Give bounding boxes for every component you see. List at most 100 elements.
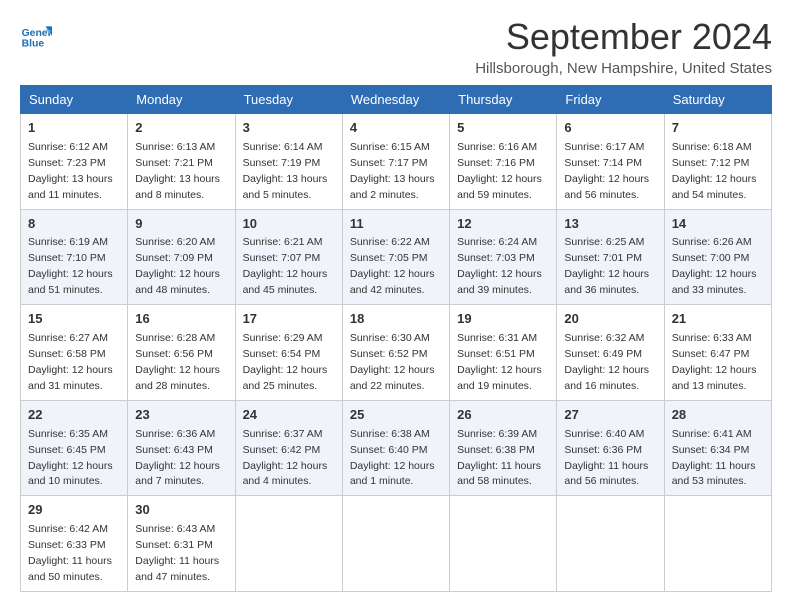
day-info-17: Sunrise: 6:29 AMSunset: 6:54 PMDaylight:… xyxy=(243,332,328,392)
location-title: Hillsborough, New Hampshire, United Stat… xyxy=(475,60,772,77)
day-cell-5: 5 Sunrise: 6:16 AMSunset: 7:16 PMDaylight… xyxy=(450,114,557,210)
day-cell-18: 18 Sunrise: 6:30 AMSunset: 6:52 PMDayligh… xyxy=(342,305,449,401)
day-info-20: Sunrise: 6:32 AMSunset: 6:49 PMDaylight:… xyxy=(564,332,649,392)
day-info-18: Sunrise: 6:30 AMSunset: 6:52 PMDaylight:… xyxy=(350,332,435,392)
day-info-27: Sunrise: 6:40 AMSunset: 6:36 PMDaylight:… xyxy=(564,428,648,488)
header: General Blue September 2024 Hillsborough… xyxy=(20,16,772,77)
week-row-1: 1 Sunrise: 6:12 AMSunset: 7:23 PMDaylight… xyxy=(21,114,772,210)
logo: General Blue xyxy=(20,20,52,52)
day-info-14: Sunrise: 6:26 AMSunset: 7:00 PMDaylight:… xyxy=(672,236,757,296)
day-info-3: Sunrise: 6:14 AMSunset: 7:19 PMDaylight:… xyxy=(243,141,328,201)
empty-cell xyxy=(664,496,771,592)
day-number-21: 21 xyxy=(672,310,764,329)
col-header-monday: Monday xyxy=(128,86,235,114)
day-number-3: 3 xyxy=(243,119,335,138)
day-info-1: Sunrise: 6:12 AMSunset: 7:23 PMDaylight:… xyxy=(28,141,113,201)
day-number-5: 5 xyxy=(457,119,549,138)
day-number-2: 2 xyxy=(135,119,227,138)
day-cell-10: 10 Sunrise: 6:21 AMSunset: 7:07 PMDayligh… xyxy=(235,209,342,305)
col-header-tuesday: Tuesday xyxy=(235,86,342,114)
day-cell-22: 22 Sunrise: 6:35 AMSunset: 6:45 PMDayligh… xyxy=(21,400,128,496)
week-row-2: 8 Sunrise: 6:19 AMSunset: 7:10 PMDaylight… xyxy=(21,209,772,305)
header-row: SundayMondayTuesdayWednesdayThursdayFrid… xyxy=(21,86,772,114)
logo-icon: General Blue xyxy=(20,20,52,52)
day-cell-4: 4 Sunrise: 6:15 AMSunset: 7:17 PMDaylight… xyxy=(342,114,449,210)
day-number-28: 28 xyxy=(672,406,764,425)
day-number-22: 22 xyxy=(28,406,120,425)
day-info-16: Sunrise: 6:28 AMSunset: 6:56 PMDaylight:… xyxy=(135,332,220,392)
day-number-24: 24 xyxy=(243,406,335,425)
day-number-29: 29 xyxy=(28,501,120,520)
day-info-28: Sunrise: 6:41 AMSunset: 6:34 PMDaylight:… xyxy=(672,428,756,488)
day-info-2: Sunrise: 6:13 AMSunset: 7:21 PMDaylight:… xyxy=(135,141,220,201)
col-header-thursday: Thursday xyxy=(450,86,557,114)
day-number-18: 18 xyxy=(350,310,442,329)
day-cell-16: 16 Sunrise: 6:28 AMSunset: 6:56 PMDayligh… xyxy=(128,305,235,401)
day-number-19: 19 xyxy=(457,310,549,329)
day-number-16: 16 xyxy=(135,310,227,329)
day-cell-23: 23 Sunrise: 6:36 AMSunset: 6:43 PMDayligh… xyxy=(128,400,235,496)
day-cell-6: 6 Sunrise: 6:17 AMSunset: 7:14 PMDaylight… xyxy=(557,114,664,210)
day-info-8: Sunrise: 6:19 AMSunset: 7:10 PMDaylight:… xyxy=(28,236,113,296)
title-area: September 2024 Hillsborough, New Hampshi… xyxy=(475,16,772,77)
day-info-15: Sunrise: 6:27 AMSunset: 6:58 PMDaylight:… xyxy=(28,332,113,392)
day-info-21: Sunrise: 6:33 AMSunset: 6:47 PMDaylight:… xyxy=(672,332,757,392)
col-header-sunday: Sunday xyxy=(21,86,128,114)
day-number-9: 9 xyxy=(135,215,227,234)
day-info-22: Sunrise: 6:35 AMSunset: 6:45 PMDaylight:… xyxy=(28,428,113,488)
day-cell-19: 19Sunrise: 6:31 AMSunset: 6:51 PMDayligh… xyxy=(450,305,557,401)
calendar-table: SundayMondayTuesdayWednesdayThursdayFrid… xyxy=(20,85,772,592)
day-number-11: 11 xyxy=(350,215,442,234)
day-number-10: 10 xyxy=(243,215,335,234)
day-number-17: 17 xyxy=(243,310,335,329)
day-cell-26: 26 Sunrise: 6:39 AMSunset: 6:38 PMDayligh… xyxy=(450,400,557,496)
day-info-11: Sunrise: 6:22 AMSunset: 7:05 PMDaylight:… xyxy=(350,236,435,296)
day-cell-29: 29 Sunrise: 6:42 AMSunset: 6:33 PMDayligh… xyxy=(21,496,128,592)
day-number-8: 8 xyxy=(28,215,120,234)
day-cell-12: 12Sunrise: 6:24 AMSunset: 7:03 PMDayligh… xyxy=(450,209,557,305)
day-cell-14: 14Sunrise: 6:26 AMSunset: 7:00 PMDayligh… xyxy=(664,209,771,305)
day-number-26: 26 xyxy=(457,406,549,425)
day-cell-8: 8 Sunrise: 6:19 AMSunset: 7:10 PMDaylight… xyxy=(21,209,128,305)
day-cell-30: 30Sunrise: 6:43 AMSunset: 6:31 PMDayligh… xyxy=(128,496,235,592)
day-number-30: 30 xyxy=(135,501,227,520)
day-info-25: Sunrise: 6:38 AMSunset: 6:40 PMDaylight:… xyxy=(350,428,435,488)
day-info-23: Sunrise: 6:36 AMSunset: 6:43 PMDaylight:… xyxy=(135,428,220,488)
day-number-13: 13 xyxy=(564,215,656,234)
day-info-13: Sunrise: 6:25 AMSunset: 7:01 PMDaylight:… xyxy=(564,236,649,296)
week-row-3: 15Sunrise: 6:27 AMSunset: 6:58 PMDayligh… xyxy=(21,305,772,401)
day-number-6: 6 xyxy=(564,119,656,138)
day-info-24: Sunrise: 6:37 AMSunset: 6:42 PMDaylight:… xyxy=(243,428,328,488)
day-number-25: 25 xyxy=(350,406,442,425)
day-cell-3: 3 Sunrise: 6:14 AMSunset: 7:19 PMDaylight… xyxy=(235,114,342,210)
day-number-7: 7 xyxy=(672,119,764,138)
day-info-5: Sunrise: 6:16 AMSunset: 7:16 PMDaylight:… xyxy=(457,141,542,201)
day-number-27: 27 xyxy=(564,406,656,425)
day-info-6: Sunrise: 6:17 AMSunset: 7:14 PMDaylight:… xyxy=(564,141,649,201)
day-number-1: 1 xyxy=(28,119,120,138)
month-title: September 2024 xyxy=(475,16,772,58)
day-info-7: Sunrise: 6:18 AMSunset: 7:12 PMDaylight:… xyxy=(672,141,757,201)
day-cell-7: 7 Sunrise: 6:18 AMSunset: 7:12 PMDaylight… xyxy=(664,114,771,210)
day-number-12: 12 xyxy=(457,215,549,234)
day-info-29: Sunrise: 6:42 AMSunset: 6:33 PMDaylight:… xyxy=(28,523,112,583)
empty-cell xyxy=(342,496,449,592)
day-number-20: 20 xyxy=(564,310,656,329)
day-cell-2: 2 Sunrise: 6:13 AMSunset: 7:21 PMDaylight… xyxy=(128,114,235,210)
day-cell-27: 27 Sunrise: 6:40 AMSunset: 6:36 PMDayligh… xyxy=(557,400,664,496)
day-cell-17: 17 Sunrise: 6:29 AMSunset: 6:54 PMDayligh… xyxy=(235,305,342,401)
day-cell-21: 21 Sunrise: 6:33 AMSunset: 6:47 PMDayligh… xyxy=(664,305,771,401)
day-number-4: 4 xyxy=(350,119,442,138)
day-cell-28: 28 Sunrise: 6:41 AMSunset: 6:34 PMDayligh… xyxy=(664,400,771,496)
day-cell-25: 25 Sunrise: 6:38 AMSunset: 6:40 PMDayligh… xyxy=(342,400,449,496)
day-info-26: Sunrise: 6:39 AMSunset: 6:38 PMDaylight:… xyxy=(457,428,541,488)
day-info-4: Sunrise: 6:15 AMSunset: 7:17 PMDaylight:… xyxy=(350,141,435,201)
day-cell-13: 13 Sunrise: 6:25 AMSunset: 7:01 PMDayligh… xyxy=(557,209,664,305)
svg-text:Blue: Blue xyxy=(22,38,45,49)
day-cell-9: 9 Sunrise: 6:20 AMSunset: 7:09 PMDaylight… xyxy=(128,209,235,305)
day-number-23: 23 xyxy=(135,406,227,425)
day-info-9: Sunrise: 6:20 AMSunset: 7:09 PMDaylight:… xyxy=(135,236,220,296)
col-header-friday: Friday xyxy=(557,86,664,114)
day-cell-11: 11 Sunrise: 6:22 AMSunset: 7:05 PMDayligh… xyxy=(342,209,449,305)
day-info-10: Sunrise: 6:21 AMSunset: 7:07 PMDaylight:… xyxy=(243,236,328,296)
